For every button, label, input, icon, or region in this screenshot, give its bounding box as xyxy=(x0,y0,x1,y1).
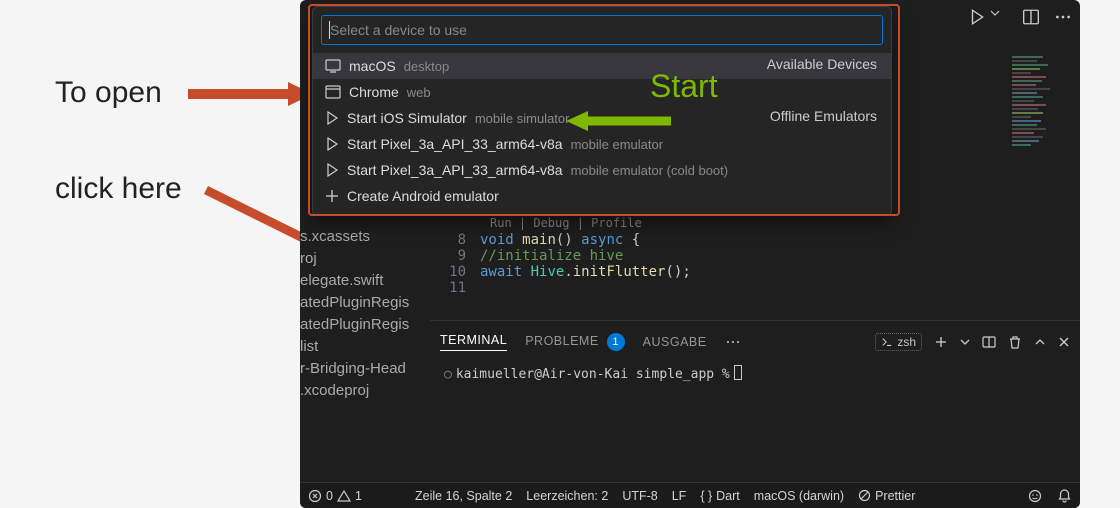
line-number: 8 xyxy=(430,232,480,248)
palette-item-label: Start Pixel_3a_API_33_arm64-v8a xyxy=(347,136,563,152)
play-icon xyxy=(325,111,339,125)
browser-icon xyxy=(325,85,341,99)
annotation-start: Start xyxy=(650,68,718,105)
arrow-open xyxy=(188,80,318,115)
palette-item-sub: mobile emulator xyxy=(571,137,664,152)
file-sidebar: s.xcassets roj elegate.swift atedPluginR… xyxy=(300,226,430,402)
code-text: await Hive.initFlutter(); xyxy=(480,264,691,280)
palette-item-sub: desktop xyxy=(404,59,450,74)
palette-item-pixel-cold[interactable]: Start Pixel_3a_API_33_arm64-v8a mobile e… xyxy=(313,157,891,183)
status-errors[interactable]: 0 1 xyxy=(308,489,362,503)
palette-placeholder: Select a device to use xyxy=(330,22,467,38)
palette-item-label: Chrome xyxy=(349,84,399,100)
file-item[interactable]: atedPluginRegis xyxy=(300,314,430,336)
terminal-prompt: kaimueller@Air-von-Kai simple_app % xyxy=(456,367,730,382)
palette-item-create-emulator[interactable]: Create Android emulator xyxy=(313,183,891,209)
line-number: 11 xyxy=(430,280,480,296)
code-text: //initialize hive xyxy=(480,248,623,264)
section-offline: Offline Emulators xyxy=(770,108,891,124)
file-item[interactable]: roj xyxy=(300,248,430,270)
line-number: 10 xyxy=(430,264,480,280)
error-icon xyxy=(308,489,322,503)
play-icon xyxy=(325,137,339,151)
run-icon[interactable] xyxy=(968,8,986,26)
split-icon[interactable] xyxy=(1022,8,1040,26)
terminal-body[interactable]: ○kaimueller@Air-von-Kai simple_app % xyxy=(430,357,1080,390)
palette-input[interactable]: Select a device to use xyxy=(321,15,883,45)
desktop-icon xyxy=(325,59,341,73)
status-eol[interactable]: LF xyxy=(672,489,687,503)
tab-output[interactable]: AUSGABE xyxy=(643,335,707,349)
file-item[interactable]: .xcodeproj xyxy=(300,380,430,402)
palette-item-label: Create Android emulator xyxy=(347,188,499,204)
feedback-icon[interactable] xyxy=(1027,488,1043,504)
play-icon xyxy=(325,163,339,177)
bell-icon[interactable] xyxy=(1057,488,1072,503)
status-bar: 0 1 Zeile 16, Spalte 2 Leerzeichen: 2 UT… xyxy=(300,482,1080,508)
codelens-run-debug[interactable]: Run | Debug | Profile xyxy=(490,216,1080,230)
editor[interactable]: Run | Debug | Profile 8void main() async… xyxy=(430,216,1080,296)
shell-select[interactable]: zsh xyxy=(875,333,922,351)
status-spaces[interactable]: Leerzeichen: 2 xyxy=(526,489,608,503)
panel: TERMINAL PROBLEME 1 AUSGABE zsh xyxy=(430,320,1080,390)
chevron-down-icon[interactable] xyxy=(990,8,1008,26)
minimap[interactable] xyxy=(1012,56,1074,186)
arrow-start xyxy=(566,109,676,138)
ban-icon xyxy=(858,489,871,502)
status-cursor[interactable]: Zeile 16, Spalte 2 xyxy=(415,489,512,503)
split-icon[interactable] xyxy=(982,335,996,349)
terminal-cursor xyxy=(734,365,742,380)
palette-item-sub: mobile emulator (cold boot) xyxy=(571,163,729,178)
file-item[interactable]: s.xcassets xyxy=(300,226,430,248)
file-item[interactable]: atedPluginRegis xyxy=(300,292,430,314)
chevron-up-icon[interactable] xyxy=(1034,336,1046,348)
trash-icon[interactable] xyxy=(1008,335,1022,349)
palette-item-sub: mobile simulator xyxy=(475,111,570,126)
line-number: 9 xyxy=(430,248,480,264)
palette-item-label: macOS xyxy=(349,58,396,74)
status-prettier[interactable]: Prettier xyxy=(858,489,915,503)
palette-item-label: Start iOS Simulator xyxy=(347,110,467,126)
status-device[interactable]: macOS (darwin) xyxy=(754,489,844,503)
annotation-to-open: To open xyxy=(55,76,162,110)
status-encoding[interactable]: UTF-8 xyxy=(622,489,657,503)
titlebar-actions xyxy=(968,8,1072,26)
more-icon[interactable] xyxy=(725,334,741,350)
file-item[interactable]: r-Bridging-Head xyxy=(300,358,430,380)
section-available: Available Devices xyxy=(767,56,891,72)
tab-terminal[interactable]: TERMINAL xyxy=(440,333,507,351)
annotation-click-here: click here xyxy=(55,172,182,206)
palette-item-label: Start Pixel_3a_API_33_arm64-v8a xyxy=(347,162,563,178)
status-lang[interactable]: { }Dart xyxy=(700,489,739,503)
plus-icon xyxy=(325,189,339,203)
file-item[interactable]: elegate.swift xyxy=(300,270,430,292)
plus-icon[interactable] xyxy=(934,335,948,349)
file-item[interactable]: list xyxy=(300,336,430,358)
chevron-down-icon[interactable] xyxy=(960,337,970,347)
problems-badge: 1 xyxy=(607,333,625,351)
more-icon[interactable] xyxy=(1054,8,1072,26)
close-icon[interactable] xyxy=(1058,336,1070,348)
warning-icon xyxy=(337,489,351,503)
palette-item-chrome[interactable]: Chrome web xyxy=(313,79,891,105)
tab-problems[interactable]: PROBLEME 1 xyxy=(525,333,624,351)
code-text: void main() async { xyxy=(480,232,640,248)
palette-item-sub: web xyxy=(407,85,431,100)
